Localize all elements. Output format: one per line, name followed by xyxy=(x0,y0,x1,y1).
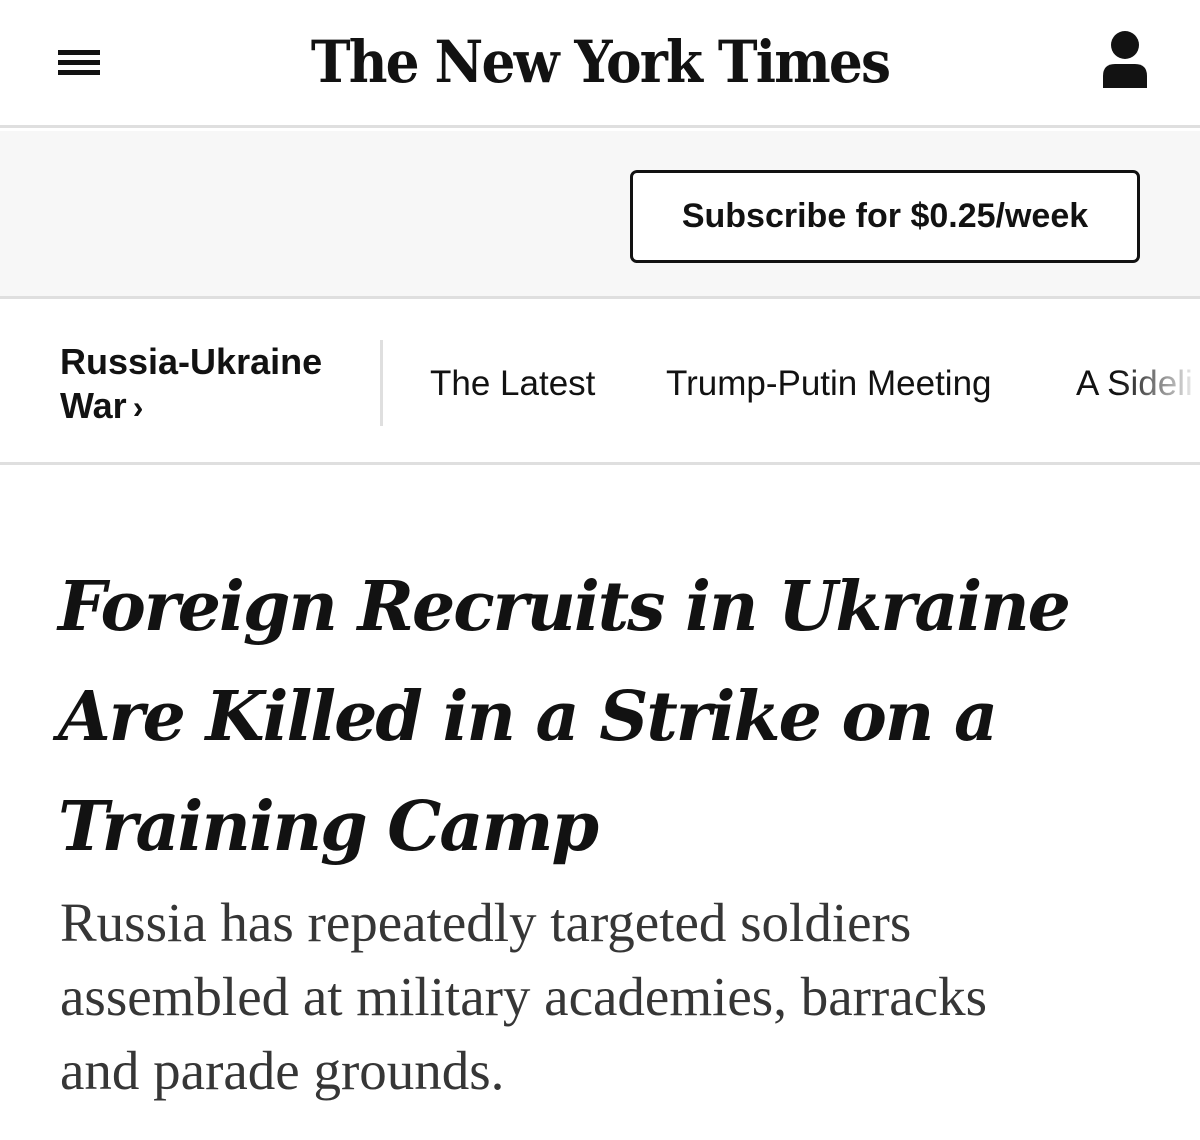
section-label-line1: Russia-Ukraine xyxy=(60,341,323,382)
subscribe-button[interactable]: Subscribe for $0.25/week xyxy=(630,170,1140,263)
nav-divider xyxy=(380,340,383,426)
masthead: The New York Times xyxy=(0,0,1200,128)
section-label-war: War xyxy=(60,385,127,426)
summary-line: and parade grounds. xyxy=(60,1040,505,1101)
nav-link-sideline[interactable]: A Sideli xyxy=(1076,364,1193,404)
summary-line: assembled at military academies, barrack… xyxy=(60,966,987,1027)
user-account-icon[interactable] xyxy=(1100,30,1150,90)
menu-bar xyxy=(58,70,100,75)
article-page: The New York Times Subscribe for $0.25/w… xyxy=(0,0,1200,1140)
nyt-logo[interactable]: The New York Times xyxy=(311,22,891,102)
menu-bar xyxy=(58,50,100,55)
section-link-russia-ukraine-war[interactable]: Russia-Ukraine War › xyxy=(60,340,360,429)
summary-line: Russia has repeatedly targeted soldiers xyxy=(60,892,912,953)
section-label-line2: War › xyxy=(60,384,360,429)
menu-bar xyxy=(58,60,100,65)
nav-link-trump-putin-meeting[interactable]: Trump-Putin Meeting xyxy=(666,364,992,404)
article-summary: Russia has repeatedly targeted soldiers … xyxy=(60,886,1160,1108)
subscribe-banner: Subscribe for $0.25/week xyxy=(0,131,1200,299)
headline-line: Are Killed in a Strike on a xyxy=(58,677,998,757)
nav-link-the-latest[interactable]: The Latest xyxy=(430,364,595,404)
user-silhouette-icon xyxy=(1103,31,1147,88)
headline-line: Training Camp xyxy=(58,787,599,867)
headline-line: Foreign Recruits in Ukraine xyxy=(58,567,1071,647)
chevron-right-icon: › xyxy=(132,389,144,425)
section-navigation: Russia-Ukraine War › The Latest Trump-Put… xyxy=(0,302,1200,465)
article-headline: Foreign Recruits in Ukraine Are Killed i… xyxy=(58,552,1158,882)
hamburger-menu-icon[interactable] xyxy=(58,48,102,78)
